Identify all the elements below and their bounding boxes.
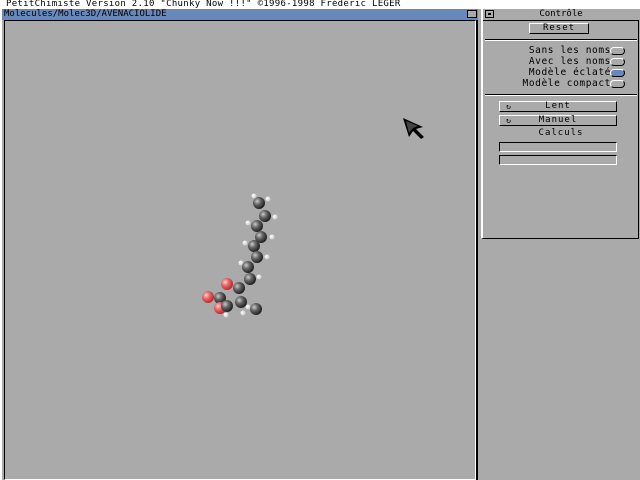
hydrogen-atom <box>245 304 251 310</box>
speed-cycle-button[interactable]: ↻ Lent <box>499 101 617 112</box>
carbon-atom <box>248 240 260 252</box>
toggle-icon[interactable] <box>610 80 625 88</box>
control-title-bar[interactable]: Contrôle <box>483 9 639 21</box>
carbon-atom <box>259 210 271 222</box>
toggle-icon[interactable] <box>610 47 625 55</box>
option-label: Modèle compact <box>522 78 611 89</box>
hydrogen-atom <box>256 274 262 280</box>
depth-gadget-icon[interactable] <box>467 10 477 18</box>
option-label: Sans les noms <box>528 45 611 56</box>
option-modele-compact[interactable]: Modèle compact <box>485 78 635 89</box>
carbon-atom <box>235 296 247 308</box>
control-title: Contrôle <box>539 9 583 19</box>
cycle-icon: ↻ <box>506 116 512 125</box>
viewer-title: Molecules/Molec3D/AVENACIOLIDE <box>4 9 167 19</box>
molecule-canvas[interactable] <box>4 20 476 480</box>
option-sans-les-noms[interactable]: Sans les noms <box>485 45 635 56</box>
hydrogen-atom <box>242 240 248 246</box>
hydrogen-atom <box>272 214 278 220</box>
hydrogen-atom <box>269 234 275 240</box>
carbon-atom <box>242 261 254 273</box>
calcul-field-2[interactable] <box>499 155 617 165</box>
toggle-icon[interactable] <box>610 58 625 66</box>
hydrogen-atom <box>264 254 270 260</box>
molecule-viewer-window: Molecules/Molec3D/AVENACIOLIDE <box>0 9 478 480</box>
speed-label: Lent <box>545 101 571 111</box>
carbon-atom <box>253 197 265 209</box>
hydrogen-atom <box>251 193 257 199</box>
atom-group <box>202 193 278 318</box>
hydrogen-atom <box>245 220 251 226</box>
hydrogen-atom <box>223 312 229 318</box>
divider <box>485 39 637 41</box>
reset-button[interactable]: Reset <box>529 23 589 34</box>
viewer-title-bar[interactable]: Molecules/Molec3D/AVENACIOLIDE <box>2 9 478 20</box>
hydrogen-atom <box>240 310 246 316</box>
carbon-atom <box>233 282 245 294</box>
mouse-pointer-icon <box>403 118 424 139</box>
mode-cycle-button[interactable]: ↻ Manuel <box>499 115 617 126</box>
cycle-icon: ↻ <box>506 102 512 111</box>
molecule-3d-render[interactable] <box>5 21 475 479</box>
carbon-atom <box>250 303 262 315</box>
option-modele-eclate[interactable]: Modèle éclaté <box>485 67 635 78</box>
carbon-atom <box>244 273 256 285</box>
option-label: Modèle éclaté <box>528 67 611 78</box>
mode-label: Manuel <box>538 115 578 125</box>
carbon-atom <box>251 220 263 232</box>
option-label: Avec les noms <box>528 56 611 67</box>
calculs-label: Calculs <box>538 128 584 138</box>
carbon-atom <box>251 251 263 263</box>
option-avec-les-noms[interactable]: Avec les noms <box>485 56 635 67</box>
reset-button-label: Reset <box>542 23 576 33</box>
carbon-atom <box>221 300 233 312</box>
calcul-field-1[interactable] <box>499 142 617 152</box>
close-icon[interactable] <box>485 10 494 18</box>
oxygen-atom <box>202 291 214 303</box>
toggle-icon[interactable] <box>610 69 625 77</box>
screen-title: PetitChimiste Version 2.10 "Chunky Now !… <box>6 0 401 9</box>
control-panel-window: Contrôle Reset Sans les noms Avec les no… <box>481 9 639 239</box>
oxygen-atom <box>221 278 233 290</box>
hydrogen-atom <box>265 196 271 202</box>
divider <box>485 94 637 96</box>
screen-title-bar: PetitChimiste Version 2.10 "Chunky Now !… <box>0 0 640 9</box>
